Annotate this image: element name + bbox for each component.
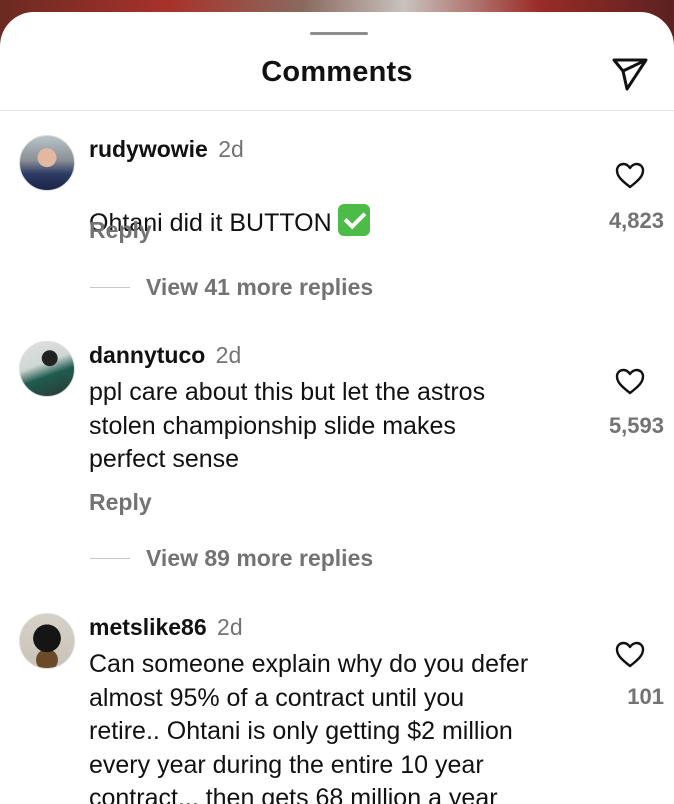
username[interactable]: rudywowie [89,136,208,162]
view-replies-button[interactable]: View 41 more replies [90,274,373,301]
comment-text: ppl care about this but let the astros s… [89,378,486,473]
check-mark-icon [337,203,370,236]
replies-divider-line [90,287,130,288]
avatar[interactable] [19,135,75,191]
like-button[interactable] [612,365,648,397]
heart-icon [615,641,645,667]
view-replies-label: View 41 more replies [146,274,374,300]
timestamp: 2d [215,342,242,368]
like-count: 5,593 [608,413,664,438]
avatar[interactable] [19,613,75,669]
paper-plane-icon [612,58,648,91]
heart-icon [615,368,645,394]
avatar[interactable] [19,341,75,397]
username[interactable]: dannytuco [89,342,205,368]
like-button[interactable] [612,638,648,670]
comments-sheet: Comments rudywowie 2d Ohtani did it BUTT… [0,12,674,804]
reply-button[interactable]: Reply [89,489,152,516]
reply-button[interactable]: Reply [89,217,152,244]
like-count: 101 [627,684,664,709]
like-button[interactable] [612,159,648,191]
view-replies-label: View 89 more replies [146,545,374,571]
comment-text: Can someone explain why do you defer alm… [89,650,529,804]
comment-text: Ohtani did it BUTTON [89,170,569,240]
drag-handle[interactable] [310,32,368,35]
like-count: 4,823 [608,208,664,233]
timestamp: 2d [218,136,244,162]
username[interactable]: metslike86 [89,614,207,640]
view-replies-button[interactable]: View 89 more replies [90,545,373,572]
comment-meta: dannytuco 2d [89,342,241,369]
replies-divider-line [90,558,130,559]
comment-meta: rudywowie 2d [89,136,244,163]
comment-meta: metslike86 2d [89,614,243,641]
header-divider [0,110,674,111]
timestamp: 2d [217,614,243,640]
heart-icon [615,162,645,188]
page-title: Comments [261,56,413,88]
share-button[interactable] [610,56,650,92]
